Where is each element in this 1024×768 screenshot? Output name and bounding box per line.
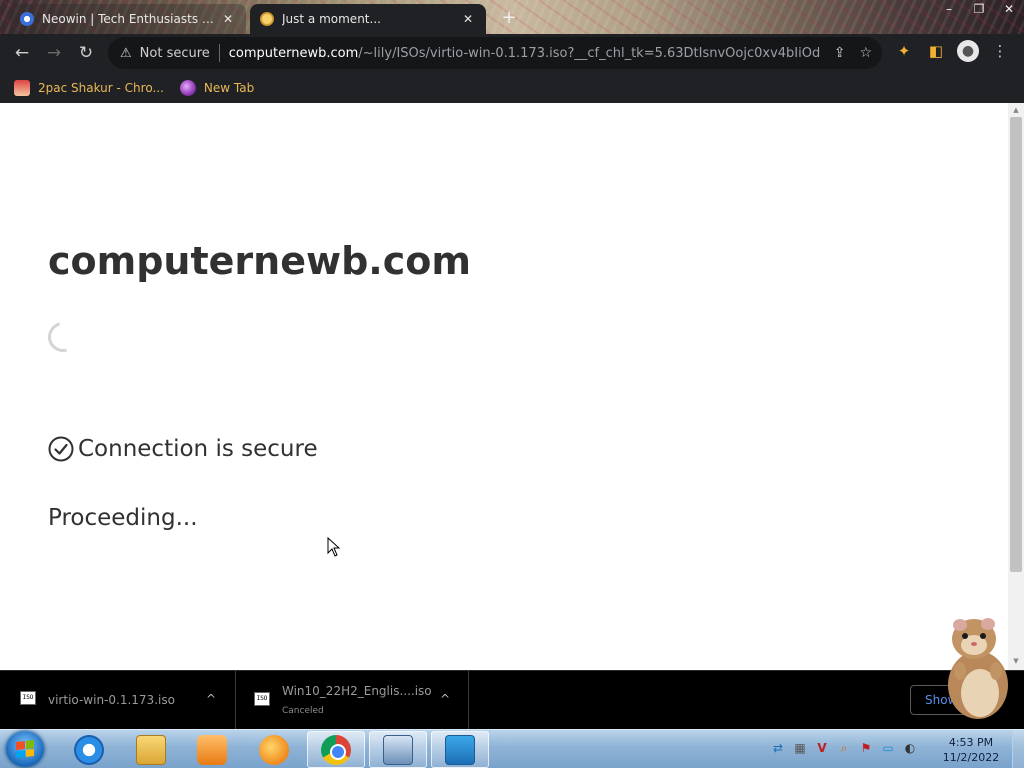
loading-spinner-icon	[42, 316, 84, 358]
reload-button[interactable]: ↻	[70, 37, 102, 69]
minimize-button[interactable]: –	[934, 0, 964, 20]
media-player-icon	[197, 734, 227, 765]
taskbar-media-player[interactable]	[183, 731, 241, 768]
chrome-icon	[321, 734, 351, 765]
back-button[interactable]: ←	[6, 37, 38, 69]
close-tab-icon[interactable]: ✕	[460, 12, 476, 26]
url-path: /~lily/ISOs/virtio-win-0.1.173.iso?__cf_…	[358, 45, 820, 61]
taskbar-internet-explorer[interactable]	[60, 731, 118, 768]
side-panel-icon[interactable]: ◧	[920, 42, 952, 60]
profile-avatar-icon[interactable]: ●	[957, 40, 979, 62]
clock-time: 4:53 PM	[948, 736, 994, 749]
tab-label: Neowin | Tech Enthusiasts Po...	[42, 12, 220, 26]
url-text[interactable]: computernewb.com/~lily/ISOs/virtio-win-0…	[229, 46, 820, 61]
system-tray: ⇄ ▦ V ⌕ ⚑ ▭ ◐	[770, 740, 918, 756]
taskbar-remote-desktop[interactable]	[369, 731, 427, 768]
bookmark-star-icon[interactable]: ☆	[859, 45, 872, 61]
download-item[interactable]: ISO virtio-win-0.1.173.iso ^	[0, 671, 236, 729]
volume-tray-icon[interactable]: ◐	[902, 740, 918, 756]
taskbar-share-app[interactable]	[431, 731, 489, 768]
close-tab-icon[interactable]: ✕	[220, 12, 236, 26]
iso-file-icon: ISO	[20, 691, 36, 705]
loading-favicon-icon	[260, 12, 274, 26]
browser-toolbar: ← → ↻ ⚠ Not secure computernewb.com/~lil…	[0, 34, 1024, 72]
mouse-pointer-icon	[327, 537, 341, 557]
windows-logo-icon	[16, 740, 34, 758]
forward-button[interactable]: →	[38, 37, 70, 69]
connection-status-row: Connection is secure	[48, 436, 318, 462]
close-window-button[interactable]: ✕	[994, 0, 1024, 20]
chevron-up-icon[interactable]: ^	[206, 692, 216, 706]
new-tab-button[interactable]: +	[498, 8, 520, 30]
connection-status-text: Connection is secure	[78, 436, 318, 462]
show-desktop-button[interactable]	[1012, 730, 1024, 768]
search-tray-icon[interactable]: ⌕	[836, 740, 852, 756]
browser-titlebar: Neowin | Tech Enthusiasts Po... ✕ Just a…	[0, 0, 1024, 34]
folder-icon	[136, 734, 166, 765]
bookmark-favicon-icon	[179, 79, 196, 96]
scrollbar-thumb[interactable]	[1010, 117, 1022, 572]
display-tray-icon[interactable]: ▭	[880, 740, 896, 756]
system-clock[interactable]: 4:53 PM 11/2/2022	[936, 735, 1006, 765]
proceeding-text: Proceeding...	[48, 505, 198, 531]
divider	[218, 44, 220, 62]
bookmark-label: New Tab	[203, 80, 255, 95]
start-button[interactable]	[6, 731, 44, 767]
uc-browser-icon	[259, 734, 289, 765]
clock-date: 11/2/2022	[942, 751, 1000, 764]
menu-kebab-icon[interactable]: ⋮	[984, 42, 1016, 60]
bookmarks-bar: 2pac Shakur - Chro... New Tab	[0, 72, 1024, 103]
download-filename: virtio-win-0.1.173.iso	[48, 693, 175, 707]
tab-label: Just a moment...	[282, 12, 381, 26]
download-status: Canceled	[282, 706, 324, 716]
windows-taskbar: ⇄ ▦ V ⌕ ⚑ ▭ ◐ 4:53 PM 11/2/2022	[0, 729, 1024, 768]
bookmark-label: 2pac Shakur - Chro...	[38, 80, 164, 95]
share-arrow-icon	[445, 734, 475, 765]
taskbar-file-explorer[interactable]	[122, 731, 180, 768]
bookmark-favicon-icon	[14, 79, 30, 96]
page-viewport: computernewb.com Connection is secure Pr…	[0, 103, 1008, 670]
taskbar-chrome[interactable]	[307, 731, 365, 768]
antivirus-tray-icon[interactable]: V	[814, 740, 830, 756]
site-title: computernewb.com	[48, 239, 471, 283]
extensions-puzzle-icon[interactable]: ✦	[888, 42, 920, 60]
address-bar[interactable]: ⚠ Not secure computernewb.com/~lily/ISOs…	[108, 37, 882, 69]
security-status[interactable]: Not secure	[140, 46, 210, 61]
share-icon[interactable]: ⇪	[834, 45, 846, 61]
url-host: computernewb.com	[228, 45, 359, 61]
download-item[interactable]: ISO Win10_22H2_Englis....iso Canceled ^	[237, 671, 469, 729]
iso-file-icon: ISO	[254, 692, 270, 706]
bookmark-2pac[interactable]: 2pac Shakur - Chro...	[14, 79, 164, 96]
tab-just-a-moment[interactable]: Just a moment... ✕	[250, 4, 486, 34]
download-filename: Win10_22H2_Englis....iso	[282, 684, 432, 698]
app-tray-icon[interactable]: ▦	[792, 740, 808, 756]
toolbar-actions: ✦ ◧ ● ⋮	[888, 40, 1016, 62]
taskbar-uc-browser[interactable]	[245, 731, 303, 768]
chromium-favicon-icon	[20, 12, 34, 26]
flag-tray-icon[interactable]: ⚑	[858, 740, 874, 756]
download-shelf: ISO virtio-win-0.1.173.iso ^ ISO Win10_2…	[0, 670, 1024, 729]
restore-button[interactable]: ❐	[964, 0, 994, 20]
scroll-up-arrow-icon[interactable]: ▲	[1010, 106, 1022, 116]
warning-triangle-icon[interactable]: ⚠	[120, 46, 132, 61]
chevron-up-icon[interactable]: ^	[440, 692, 450, 706]
hamster-mascot-icon	[948, 618, 1008, 719]
bookmark-new-tab[interactable]: New Tab	[179, 79, 255, 96]
remote-desktop-icon	[383, 734, 413, 765]
internet-explorer-icon	[74, 734, 104, 765]
window-controls: – ❐ ✕	[934, 0, 1024, 20]
tab-neowin[interactable]: Neowin | Tech Enthusiasts Po... ✕	[10, 4, 246, 34]
network-tray-icon[interactable]: ⇄	[770, 740, 786, 756]
check-circle-icon	[48, 436, 74, 462]
